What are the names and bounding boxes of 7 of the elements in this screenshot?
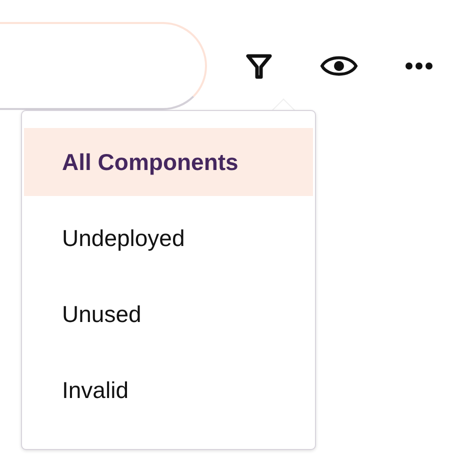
menu-item[interactable]: Unused [24, 280, 313, 348]
more-icon [405, 62, 433, 70]
menu-item[interactable]: Undeployed [24, 204, 313, 272]
menu-item[interactable]: All Components [24, 128, 313, 196]
menu-item[interactable]: Invalid [24, 356, 313, 424]
search-field[interactable] [0, 22, 207, 110]
filter-icon [245, 52, 273, 80]
